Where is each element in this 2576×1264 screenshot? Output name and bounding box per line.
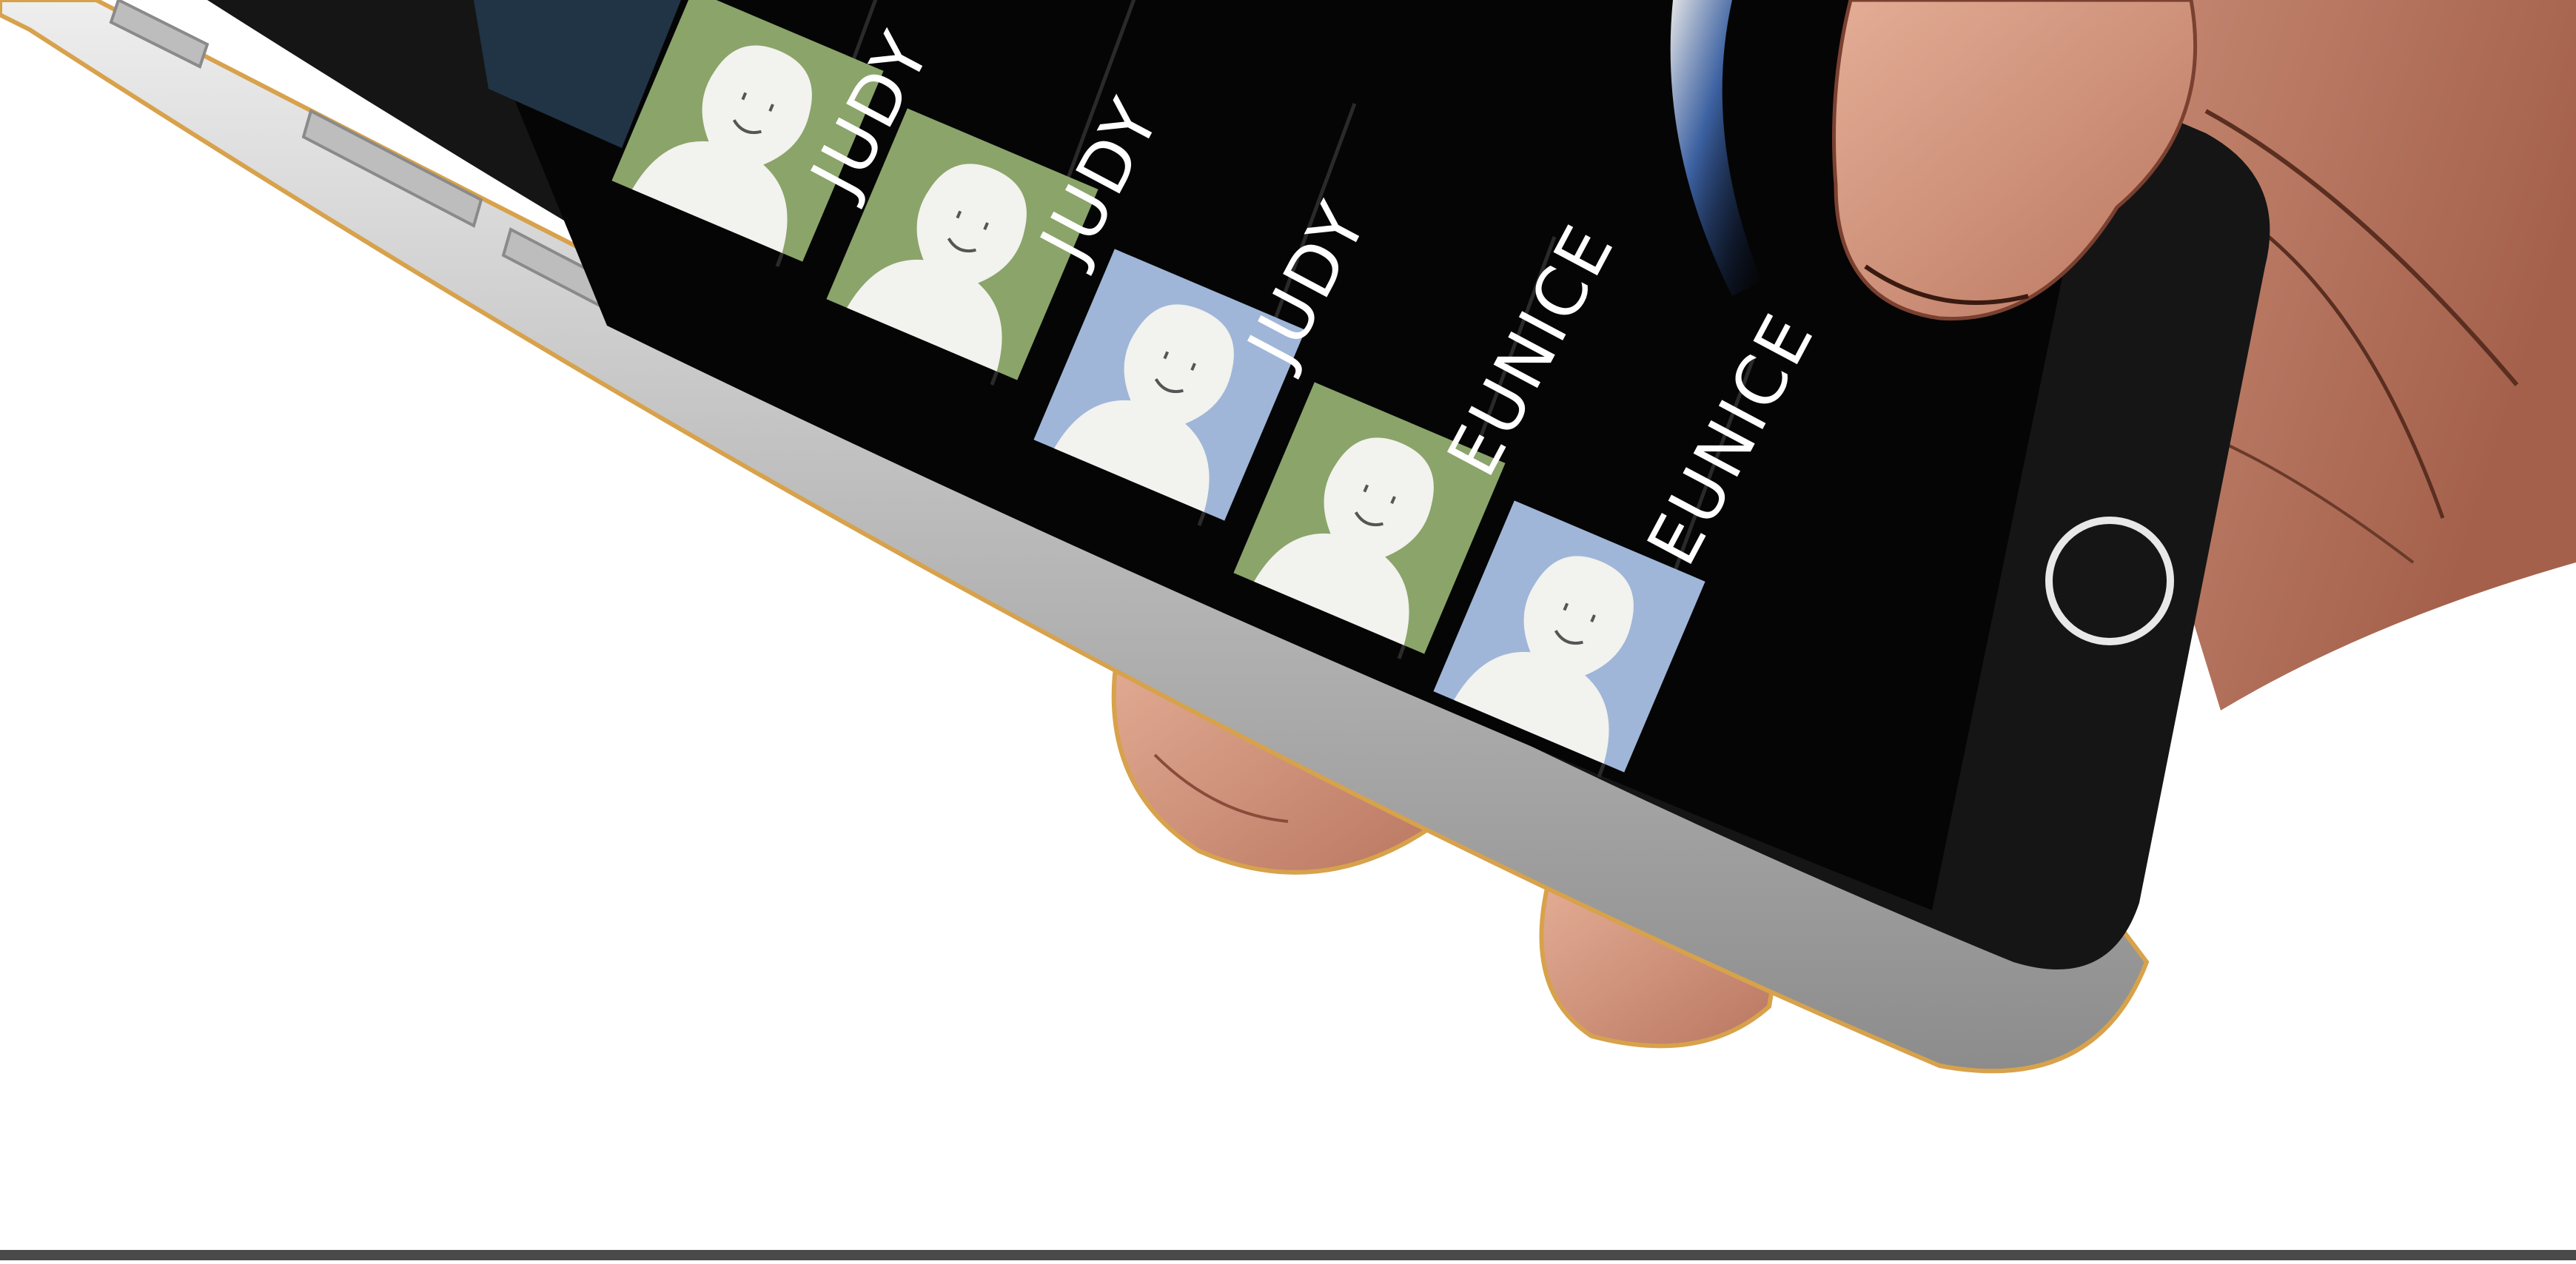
phone-in-hand-illustration: JUDY JUDYJUDY EUNICE EUNICE [0, 0, 2576, 1074]
illustration-stage: JUDY JUDY JUDY EUNICE EUNICE [0, 0, 2576, 1260]
bottom-divider-bar [0, 1250, 2576, 1260]
